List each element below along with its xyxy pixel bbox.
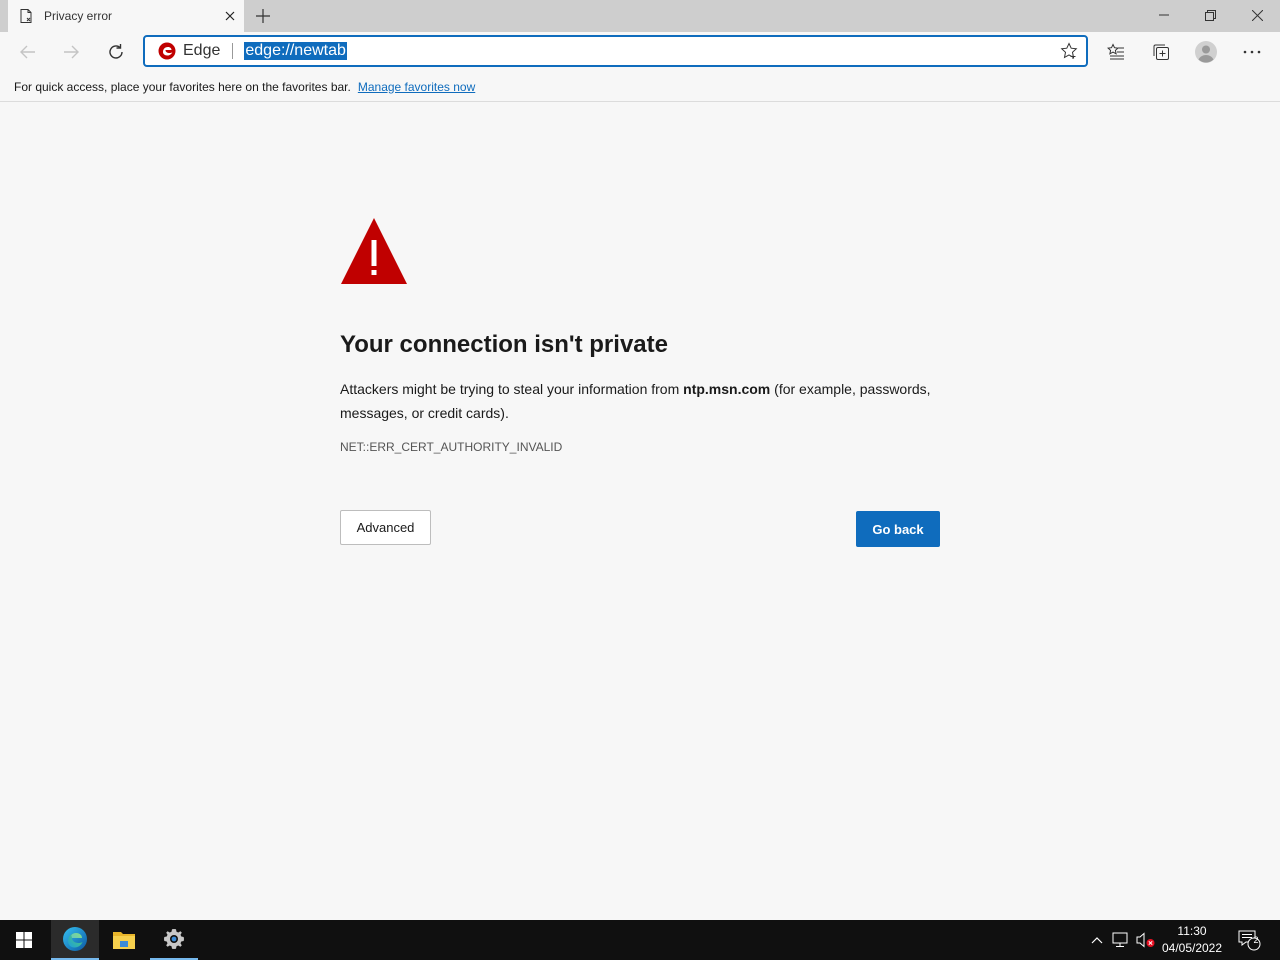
close-icon — [1251, 9, 1263, 21]
error-code: NET::ERR_CERT_AUTHORITY_INVALID — [340, 440, 563, 454]
url-text[interactable]: edge://newtab — [244, 42, 347, 60]
volume-muted-icon — [1136, 932, 1155, 948]
edge-logo-icon — [63, 927, 87, 951]
error-page: Your connection isn't private Attackers … — [0, 103, 1280, 920]
page-title: Your connection isn't private — [340, 331, 668, 358]
close-window-button[interactable] — [1234, 0, 1280, 30]
manage-favorites-link[interactable]: Manage favorites now — [358, 80, 475, 94]
chevron-up-icon — [1091, 937, 1103, 944]
clock[interactable]: 11:30 04/05/2022 — [1156, 923, 1228, 957]
notification-count: 2 — [1253, 935, 1259, 945]
favorites-list-icon — [1107, 43, 1124, 60]
restore-button[interactable] — [1187, 0, 1233, 30]
collections-button[interactable] — [1145, 36, 1177, 68]
ellipsis-icon — [1243, 50, 1261, 54]
site-identity-chip[interactable]: Edge — [183, 42, 220, 60]
tab-title: Privacy error — [44, 9, 113, 23]
taskbar: 11:30 04/05/2022 2 — [0, 920, 1280, 960]
show-hidden-icons-button[interactable] — [1086, 920, 1108, 960]
favorites-bar-message: For quick access, place your favorites h… — [14, 79, 351, 94]
restore-icon — [1204, 9, 1216, 21]
network-button[interactable] — [1109, 920, 1133, 960]
omnibox-separator — [232, 43, 234, 59]
plus-icon — [256, 9, 270, 23]
clock-date: 04/05/2022 — [1161, 941, 1223, 955]
error-description: Attackers might be trying to steal your … — [340, 377, 940, 425]
tab-close-icon[interactable] — [218, 4, 242, 28]
tab-privacy-error[interactable]: Privacy error — [8, 0, 244, 32]
advanced-button[interactable]: Advanced — [340, 510, 431, 545]
address-bar[interactable]: Edge edge://newtab — [143, 35, 1088, 67]
back-arrow-icon — [20, 45, 35, 59]
start-button[interactable] — [0, 920, 48, 960]
action-center-button[interactable]: 2 — [1234, 920, 1264, 960]
minimize-button[interactable] — [1141, 0, 1187, 30]
collections-icon — [1153, 44, 1169, 60]
add-favorite-star-icon[interactable] — [1060, 42, 1078, 60]
volume-button[interactable] — [1134, 920, 1158, 960]
settings-more-button[interactable] — [1236, 36, 1268, 68]
refresh-button[interactable] — [100, 36, 132, 68]
desc-prefix: Attackers might be trying to steal your … — [340, 381, 684, 397]
favorites-bar: For quick access, place your favorites h… — [0, 72, 1280, 102]
warning-triangle-icon — [341, 218, 407, 284]
back-button[interactable] — [12, 36, 44, 68]
page-error-icon — [20, 9, 32, 23]
taskbar-file-explorer[interactable] — [100, 920, 148, 960]
network-icon — [1112, 932, 1128, 947]
profile-button[interactable] — [1190, 36, 1222, 68]
edge-error-icon — [158, 42, 176, 60]
desc-host: ntp.msn.com — [683, 381, 771, 397]
taskbar-edge[interactable] — [51, 920, 99, 960]
taskbar-settings[interactable] — [150, 920, 198, 960]
avatar-icon — [1195, 41, 1217, 63]
forward-button[interactable] — [55, 36, 87, 68]
go-back-button[interactable]: Go back — [856, 511, 940, 547]
gear-icon — [164, 929, 184, 949]
forward-arrow-icon — [64, 45, 79, 59]
refresh-icon — [109, 44, 123, 59]
windows-logo-icon — [16, 932, 32, 948]
favorites-button[interactable] — [1100, 36, 1132, 68]
folder-icon — [113, 932, 135, 949]
browser-toolbar: Edge edge://newtab — [0, 32, 1280, 72]
new-tab-button[interactable] — [250, 3, 276, 29]
clock-time: 11:30 — [1177, 924, 1207, 938]
tab-strip: Privacy error — [0, 0, 1280, 32]
minimize-icon — [1159, 14, 1169, 16]
